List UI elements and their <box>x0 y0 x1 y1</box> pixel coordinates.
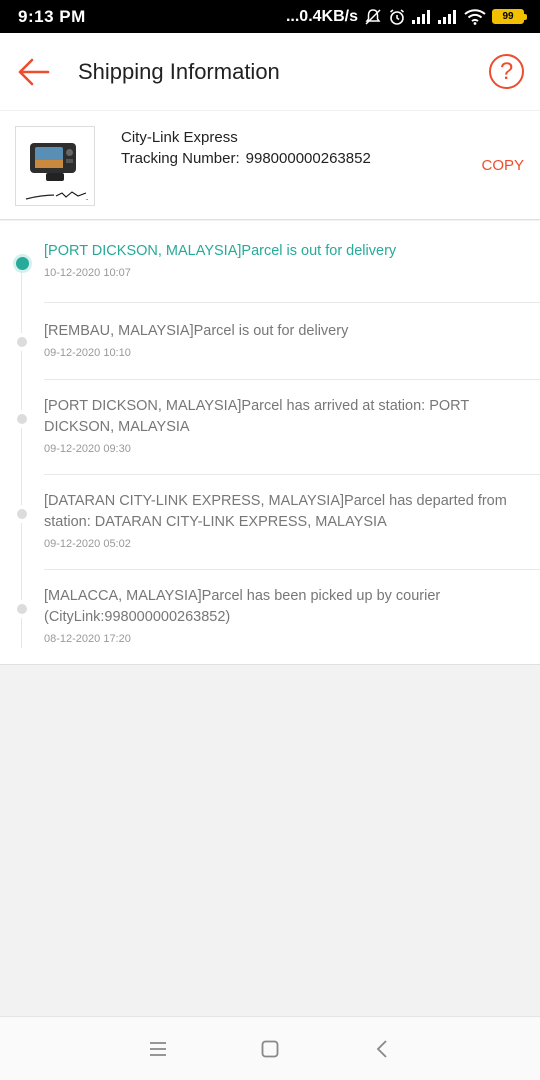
mute-icon <box>364 8 382 26</box>
event-message: [MALACCA, MALAYSIA]Parcel has been picke… <box>44 588 441 625</box>
timeline-line <box>21 271 22 303</box>
timeline-dot <box>17 604 27 614</box>
event-message: [PORT DICKSON, MALAYSIA]Parcel is out fo… <box>44 243 397 259</box>
wifi-icon <box>464 8 486 25</box>
timeline-dot <box>17 509 27 519</box>
timeline-line <box>21 523 22 570</box>
event-time: 09-12-2020 09:30 <box>44 443 131 455</box>
event-time: 10-12-2020 10:07 <box>44 267 131 279</box>
network-speed: ...0.4KB/s <box>285 7 358 25</box>
fish-finder-image <box>16 127 94 205</box>
timeline-line <box>21 618 22 648</box>
event-message: [DATARAN CITY-LINK EXPRESS, MALAYSIA]Par… <box>44 493 507 530</box>
home-square-icon <box>261 1040 279 1058</box>
timeline-event: [REMBAU, MALAYSIA]Parcel is out for deli… <box>0 303 540 380</box>
help-button[interactable]: ? <box>489 54 524 89</box>
menu-icon <box>150 1042 166 1056</box>
event-time: 09-12-2020 10:10 <box>44 347 131 359</box>
tracking-info: Tracking Number: 998000000263852 <box>121 150 371 167</box>
page-title: Shipping Information <box>78 59 280 84</box>
back-nav-button[interactable] <box>371 1037 395 1061</box>
timeline-event: [PORT DICKSON, MALAYSIA]Parcel has arriv… <box>0 380 540 475</box>
battery-icon: 99 <box>492 9 527 24</box>
timeline-event: [DATARAN CITY-LINK EXPRESS, MALAYSIA]Par… <box>0 475 540 570</box>
alarm-icon <box>388 8 406 26</box>
status-icons: ...0.4KB/s 99 <box>285 7 527 26</box>
event-time: 08-12-2020 17:20 <box>44 633 131 645</box>
copy-button[interactable]: COPY <box>481 157 524 174</box>
tracking-timeline: [PORT DICKSON, MALAYSIA]Parcel is out fo… <box>0 221 540 665</box>
tracking-label: Tracking Number: <box>121 150 240 167</box>
shipment-card: City-Link Express Tracking Number: 998000… <box>0 110 540 220</box>
timeline-event: [PORT DICKSON, MALAYSIA]Parcel is out fo… <box>0 221 540 303</box>
product-thumbnail[interactable] <box>15 126 95 206</box>
timeline-dot-active <box>16 257 29 270</box>
timeline-dot <box>17 337 27 347</box>
timeline-line <box>21 570 22 600</box>
arrow-left-icon <box>18 58 50 86</box>
carrier-name: City-Link Express <box>121 129 238 146</box>
timeline-dot <box>17 414 27 424</box>
timeline-line <box>21 428 22 475</box>
timeline-line <box>21 475 22 505</box>
timeline-line <box>21 351 22 380</box>
event-message: [PORT DICKSON, MALAYSIA]Parcel has arriv… <box>44 398 469 435</box>
signal-icon <box>438 9 458 24</box>
back-chevron-icon <box>376 1040 387 1058</box>
menu-button[interactable] <box>146 1037 170 1061</box>
event-time: 09-12-2020 05:02 <box>44 538 131 550</box>
status-bar: 9:13 PM ...0.4KB/s 99 <box>0 0 540 33</box>
timeline-event: [MALACCA, MALAYSIA]Parcel has been picke… <box>0 570 540 665</box>
home-button[interactable] <box>258 1037 282 1061</box>
event-message: [REMBAU, MALAYSIA]Parcel is out for deli… <box>44 323 349 339</box>
back-button[interactable] <box>14 53 54 91</box>
signal-icon <box>412 9 432 24</box>
tracking-number: 998000000263852 <box>245 150 371 167</box>
timeline-line <box>21 380 22 410</box>
system-nav-bar <box>0 1016 540 1080</box>
app-header: Shipping Information ? <box>0 33 540 110</box>
status-time: 9:13 PM <box>18 6 86 26</box>
question-circle-icon: ? <box>499 57 514 85</box>
timeline-line <box>21 303 22 333</box>
